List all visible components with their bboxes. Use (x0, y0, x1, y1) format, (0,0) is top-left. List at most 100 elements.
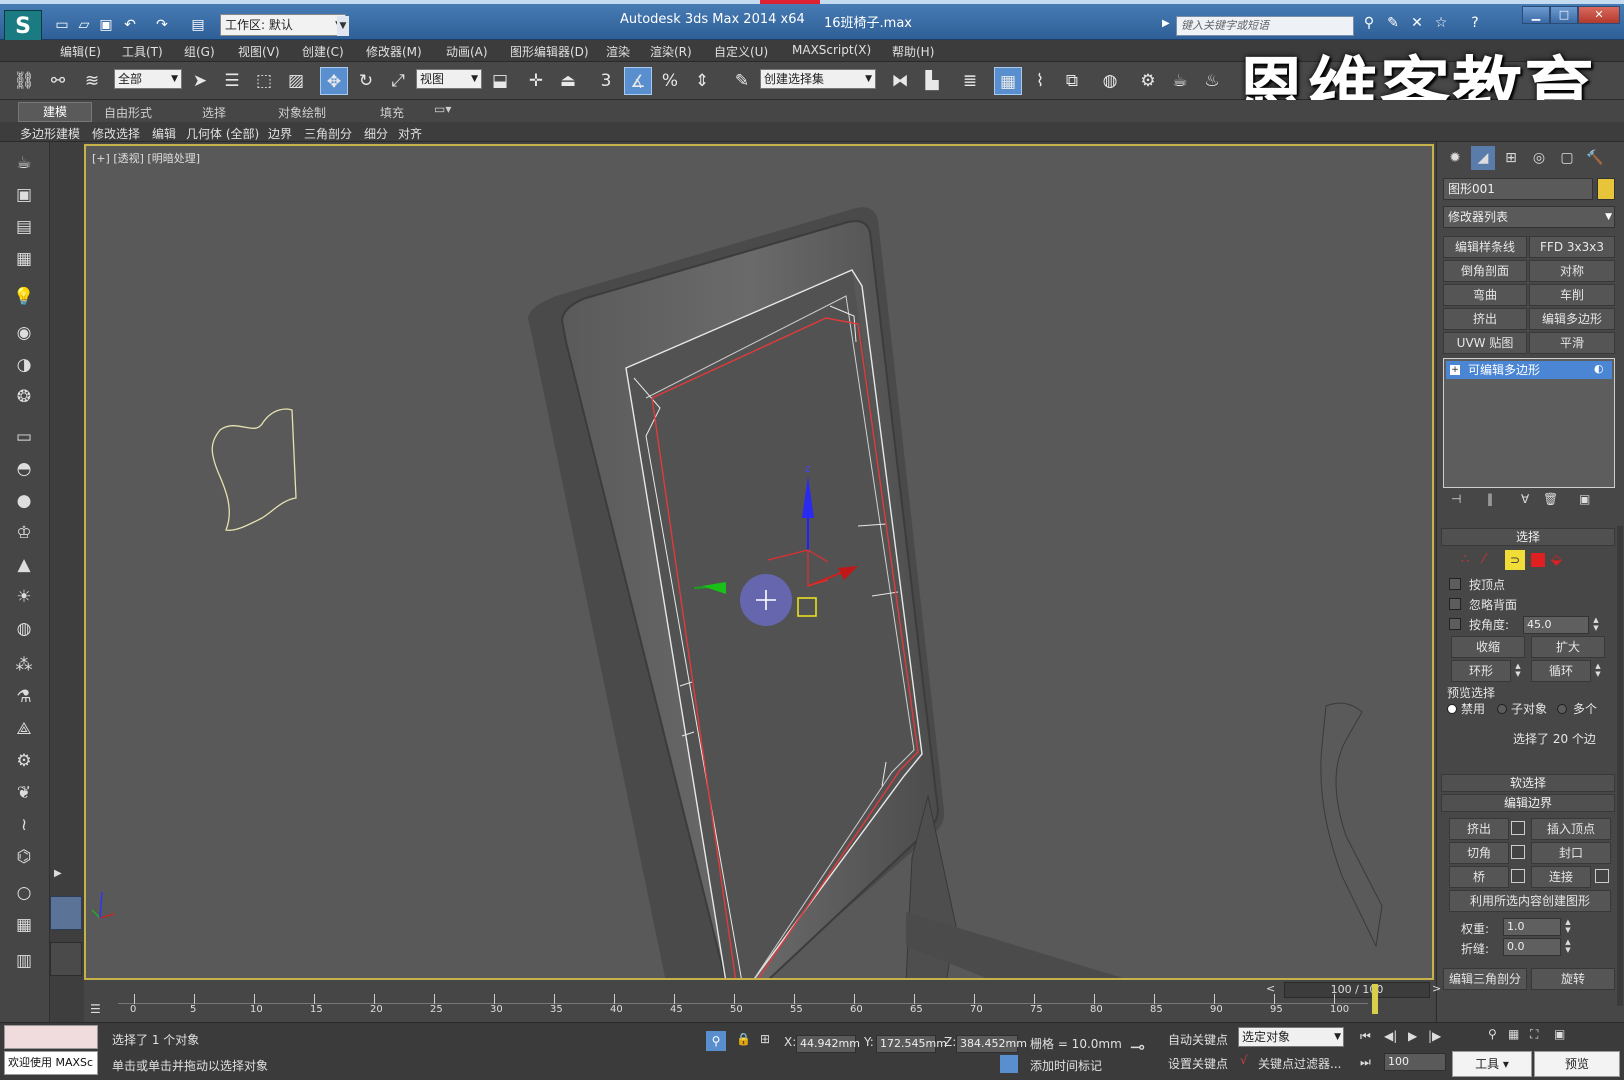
y-coordinate-field[interactable]: 172.545mm (876, 1035, 947, 1053)
edit-triangulation-button[interactable]: 编辑三角剖分 (1443, 968, 1527, 990)
menu-rendering[interactable]: 渲染(R) (650, 43, 692, 60)
search-input[interactable]: 键入关键字或短语 (1176, 16, 1354, 36)
border-mode-icon[interactable]: ⊃ (1505, 550, 1525, 570)
zoom-all-icon[interactable]: ▦ (1508, 1027, 1519, 1041)
create-tab-icon[interactable]: ✹ (1443, 146, 1467, 170)
pivot-center-icon[interactable]: ⬓ (486, 67, 514, 95)
half-circle-icon[interactable]: ◑ (10, 352, 38, 378)
save-icon[interactable]: ▣ (96, 16, 116, 34)
ignore-backfacing-checkbox[interactable] (1449, 598, 1461, 610)
z-coordinate-field[interactable]: 384.452mm (956, 1035, 1027, 1053)
select-by-name-icon[interactable]: ☰ (218, 67, 246, 95)
vertex-mode-icon[interactable]: ∴ (1461, 552, 1469, 567)
grow-button[interactable]: 扩大 (1531, 636, 1605, 658)
lock-icon[interactable]: 🔒 (736, 1032, 751, 1046)
preview-button[interactable]: 预览 (1534, 1051, 1620, 1077)
ribbon-panel-align[interactable]: 对齐 (398, 125, 422, 142)
timeline[interactable]: < 100 / 100 > ☰ 0 5 10 15 20 25 30 35 40 45 50 55 60… (84, 980, 1441, 1022)
helper-icon[interactable]: ❂ (10, 384, 38, 410)
ribbon-panel-subdivision[interactable]: 细分 (364, 125, 388, 142)
object-color-swatch[interactable] (1597, 178, 1615, 200)
chamfer-settings-icon[interactable] (1511, 845, 1525, 859)
schematic-view-icon[interactable]: ⧉ (1058, 67, 1086, 95)
subscription-icon[interactable]: ✎ (1382, 15, 1404, 35)
menu-modifiers[interactable]: 修改器(M) (366, 43, 422, 60)
configure-sets-icon[interactable]: ▣ (1579, 492, 1590, 506)
angle-spinner[interactable]: 45.0 (1523, 616, 1589, 634)
single-viewport-icon[interactable] (50, 896, 82, 930)
zoom-extents-all-icon[interactable]: ▣ (1554, 1027, 1565, 1041)
ribbon-panel-triangulation[interactable]: 三角剖分 (304, 125, 352, 142)
motion-tab-icon[interactable]: ◎ (1527, 146, 1551, 170)
gear-icon[interactable]: ⚙ (10, 748, 38, 774)
key-mode-select[interactable]: 选定对象 ▼ (1238, 1027, 1344, 1047)
soft-selection-rollout[interactable]: 软选择 (1441, 774, 1615, 792)
goto-start-icon[interactable]: ⏮ (1360, 1029, 1371, 1044)
bevel-profile-button[interactable]: 倒角剖面 (1443, 260, 1527, 282)
auto-key-button[interactable]: 自动关键点 (1168, 1031, 1228, 1048)
menu-maxscript[interactable]: MAXScript(X) (792, 43, 871, 57)
show-end-result-icon[interactable]: ‖ (1487, 492, 1493, 506)
ribbon-panel-modify-selection[interactable]: 修改选择 (92, 125, 140, 142)
communication-icon[interactable]: ✕ (1406, 15, 1428, 35)
x-coordinate-field[interactable]: 44.942mm (796, 1035, 860, 1053)
set-key-button[interactable]: 设置关键点 (1168, 1055, 1228, 1072)
key-mode-toggle-icon[interactable]: ⏭ (1360, 1055, 1371, 1070)
key-icon[interactable]: ⊸ (1130, 1037, 1145, 1058)
current-frame-field[interactable]: 100 (1384, 1053, 1446, 1071)
light-bulb-icon[interactable]: 💡 (10, 284, 38, 310)
help-icon[interactable]: ? (1464, 15, 1486, 35)
menu-rendering-short[interactable]: 渲染 (606, 43, 630, 60)
menu-help[interactable]: 帮助(H) (892, 43, 934, 60)
crease-spinner[interactable]: 0.0 (1503, 938, 1561, 956)
close-button[interactable]: ✕ (1578, 6, 1620, 24)
ribbon-tab-object-paint[interactable]: 对象绘制 (278, 104, 326, 121)
app-logo-icon[interactable]: S (4, 10, 42, 44)
unlink-icon[interactable]: ⚯ (44, 67, 72, 95)
smooth-button[interactable]: 平滑 (1529, 332, 1615, 354)
redo-icon[interactable]: ↷ (152, 16, 172, 34)
cap-button[interactable]: 封口 (1531, 842, 1611, 864)
light-bulb-icon[interactable]: ◐ (1594, 362, 1604, 375)
object-name-input[interactable]: 图形001 (1443, 178, 1593, 200)
zoom-icon[interactable]: ⚲ (1488, 1027, 1497, 1041)
maxscript-listener-top[interactable] (4, 1025, 98, 1049)
element-mode-icon[interactable]: ⬙ (1551, 552, 1562, 568)
undo-icon[interactable]: ↶ (120, 16, 140, 34)
maximize-button[interactable]: □ (1550, 6, 1578, 24)
menu-edit[interactable]: 编辑(E) (60, 43, 101, 60)
render-production-icon[interactable]: ♨ (1198, 67, 1226, 95)
curve-editor-icon[interactable]: ⌇ (1026, 67, 1054, 95)
shrink-button[interactable]: 收缩 (1451, 636, 1525, 658)
menu-customize[interactable]: 自定义(U) (714, 43, 768, 60)
ribbon-panel-edit[interactable]: 编辑 (152, 125, 176, 142)
add-time-tag-text[interactable]: 添加时间标记 (1030, 1057, 1102, 1074)
loop-spinner-icon[interactable]: ▲ ▼ (1593, 662, 1603, 680)
align-icon[interactable]: ▙ (918, 67, 946, 95)
graphite-toggle-icon[interactable]: ▦ (994, 67, 1022, 95)
preview-subobject-radio[interactable] (1497, 704, 1507, 714)
bind-spacewarp-icon[interactable]: ≋ (78, 67, 106, 95)
border-extrude-button[interactable]: 挤出 (1449, 818, 1509, 840)
hierarchy-tab-icon[interactable]: ⊞ (1499, 146, 1523, 170)
rect-selection-icon[interactable]: ⬚ (250, 67, 278, 95)
rendered-frame-icon[interactable]: ☕ (1166, 67, 1194, 95)
ribbon-panel-borders[interactable]: 边界 (268, 125, 292, 142)
cone-icon[interactable]: ▲ (10, 552, 38, 578)
prev-key-icon[interactable]: ◀| (1384, 1029, 1397, 1043)
molecule-icon[interactable]: ⚗ (10, 684, 38, 710)
insert-vertex-button[interactable]: 插入顶点 (1531, 818, 1611, 840)
mirror-icon[interactable]: ⧓ (886, 67, 914, 95)
pyramid-icon[interactable]: ⟁ (10, 716, 38, 742)
ribbon-tab-populate[interactable]: 填充 (380, 104, 404, 121)
ring-spinner-icon[interactable]: ▲ ▼ (1513, 662, 1523, 680)
lathe-button[interactable]: 车削 (1529, 284, 1615, 306)
rotate-icon[interactable]: ↻ (352, 67, 380, 95)
make-unique-icon[interactable]: ∀ (1521, 492, 1529, 506)
workspace-dropdown-icon[interactable]: ▼ (337, 16, 349, 36)
keyboard-shortcut-icon[interactable]: ⏏ (554, 67, 582, 95)
menu-animation[interactable]: 动画(A) (446, 43, 488, 60)
bridge-settings-icon[interactable] (1511, 869, 1525, 883)
ribbon-tab-selection[interactable]: 选择 (202, 104, 226, 121)
favorites-star-icon[interactable]: ☆ (1430, 15, 1452, 35)
